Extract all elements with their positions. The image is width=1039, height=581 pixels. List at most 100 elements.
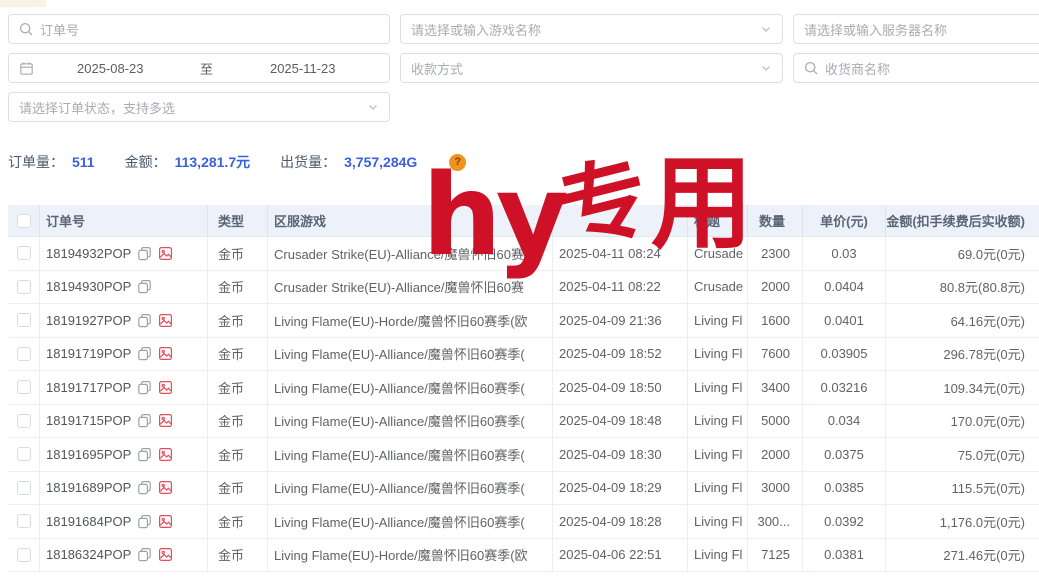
order-no-cell: 18191719POP: [40, 338, 208, 371]
shipment-label: 出货量：: [280, 152, 336, 172]
copy-icon[interactable]: [137, 447, 152, 462]
row-checkbox-cell: [8, 539, 40, 572]
help-icon[interactable]: ?: [449, 154, 466, 171]
order-time-cell: 2025-04-11 08:24: [553, 237, 688, 270]
title-cell: Living Fl: [688, 539, 748, 572]
date-separator: 至: [187, 59, 227, 78]
amount-cell: 1,176.0元(0元): [886, 505, 1039, 538]
game-server-cell: Crusader Strike(EU)-Alliance/魔兽怀旧60赛: [268, 271, 553, 304]
copy-icon[interactable]: [137, 246, 152, 261]
order-no-cell: 18191695POP: [40, 438, 208, 471]
row-checkbox[interactable]: [17, 514, 31, 528]
header-type: 类型: [208, 205, 268, 236]
table-row: 18186324POP 金币 Living Flame(EU)-Horde/魔兽…: [8, 539, 1039, 573]
type-cell: 金币: [208, 271, 268, 304]
copy-icon[interactable]: [137, 480, 152, 495]
game-server-cell: Living Flame(EU)-Alliance/魔兽怀旧60赛季(: [268, 405, 553, 438]
row-checkbox-cell: [8, 472, 40, 505]
game-select[interactable]: 请选择或输入游戏名称: [400, 14, 783, 44]
row-checkbox-cell: [8, 405, 40, 438]
server-select[interactable]: 请选择或输入服务器名称: [793, 14, 1039, 44]
unit-price-cell: 0.0392: [803, 505, 886, 538]
type-cell: 金币: [208, 371, 268, 404]
row-checkbox[interactable]: [17, 313, 31, 327]
row-checkbox[interactable]: [17, 548, 31, 562]
row-checkbox[interactable]: [17, 347, 31, 361]
title-cell: Living Fl: [688, 304, 748, 337]
chevron-down-icon: [760, 62, 772, 74]
merchant-search-input[interactable]: 收货商名称: [793, 53, 1039, 83]
copy-icon[interactable]: [137, 346, 152, 361]
date-start-value[interactable]: 2025-08-23: [34, 61, 187, 76]
date-range-picker[interactable]: 2025-08-23 至 2025-11-23: [8, 53, 390, 83]
date-end-value[interactable]: 2025-11-23: [227, 61, 380, 76]
screenshot-image-icon[interactable]: [158, 346, 173, 361]
screenshot-image-icon[interactable]: [158, 413, 173, 428]
amount-cell: 69.0元(0元): [886, 237, 1039, 270]
select-all-checkbox[interactable]: [17, 214, 31, 228]
table-row: 18191695POP 金币 Living Flame(EU)-Alliance…: [8, 438, 1039, 472]
screenshot-image-icon[interactable]: [158, 447, 173, 462]
order-count-label: 订单量：: [8, 152, 64, 172]
order-no-cell: 18191715POP: [40, 405, 208, 438]
order-time-cell: 2025-04-11 08:22: [553, 271, 688, 304]
order-time-cell: 2025-04-09 18:29: [553, 472, 688, 505]
screenshot-image-icon[interactable]: [158, 480, 173, 495]
amount-cell: 170.0元(0元): [886, 405, 1039, 438]
order-time-cell: 2025-04-06 22:51: [553, 539, 688, 572]
type-cell: 金币: [208, 405, 268, 438]
order-time-cell: 2025-04-09 18:52: [553, 338, 688, 371]
order-no-cell: 18194930POP: [40, 271, 208, 304]
amount-cell: 109.34元(0元): [886, 371, 1039, 404]
table-row: 18194932POP 金币 Crusader Strike(EU)-Allia…: [8, 237, 1039, 271]
order-status-select[interactable]: 请选择订单状态，支持多选: [8, 92, 390, 122]
copy-icon[interactable]: [137, 279, 152, 294]
type-cell: 金币: [208, 304, 268, 337]
row-checkbox[interactable]: [17, 481, 31, 495]
order-no-search-input[interactable]: 订单号: [8, 14, 390, 44]
title-cell: Living Fl: [688, 371, 748, 404]
copy-icon[interactable]: [137, 514, 152, 529]
order-no-text: 18191927POP: [46, 313, 131, 328]
screenshot-image-icon[interactable]: [158, 246, 173, 261]
unit-price-cell: 0.0385: [803, 472, 886, 505]
row-checkbox-cell: [8, 237, 40, 270]
copy-icon[interactable]: [137, 413, 152, 428]
quantity-cell: 7600: [748, 338, 803, 371]
screenshot-image-icon[interactable]: [158, 547, 173, 562]
row-checkbox-cell: [8, 371, 40, 404]
title-cell: Living Fl: [688, 438, 748, 471]
quantity-cell: 2000: [748, 438, 803, 471]
table-row: 18191717POP 金币 Living Flame(EU)-Alliance…: [8, 371, 1039, 405]
orders-table: 订单号 类型 区服游戏 标题 数量 单价(元) 金额(扣手续费后实收额) 181…: [8, 205, 1039, 572]
copy-icon[interactable]: [137, 380, 152, 395]
type-cell: 金币: [208, 438, 268, 471]
screenshot-image-icon[interactable]: [158, 313, 173, 328]
row-checkbox[interactable]: [17, 246, 31, 260]
amount-value: 113,281.7元: [175, 152, 251, 172]
type-cell: 金币: [208, 338, 268, 371]
payment-method-select[interactable]: 收款方式: [400, 53, 783, 83]
row-checkbox-cell: [8, 505, 40, 538]
order-no-text: 18191717POP: [46, 380, 131, 395]
row-checkbox[interactable]: [17, 447, 31, 461]
amount-cell: 115.5元(0元): [886, 472, 1039, 505]
title-cell: Living Fl: [688, 505, 748, 538]
title-cell: Living Fl: [688, 405, 748, 438]
table-row: 18191715POP 金币 Living Flame(EU)-Alliance…: [8, 405, 1039, 439]
order-no-cell: 18194932POP: [40, 237, 208, 270]
screenshot-image-icon[interactable]: [158, 380, 173, 395]
order-no-text: 18191684POP: [46, 514, 131, 529]
row-checkbox[interactable]: [17, 280, 31, 294]
game-placeholder: 请选择或输入游戏名称: [411, 20, 541, 39]
screenshot-image-icon[interactable]: [158, 514, 173, 529]
row-checkbox[interactable]: [17, 414, 31, 428]
copy-icon[interactable]: [137, 547, 152, 562]
type-cell: 金币: [208, 539, 268, 572]
copy-icon[interactable]: [137, 313, 152, 328]
quantity-cell: 7125: [748, 539, 803, 572]
game-server-cell: Living Flame(EU)-Alliance/魔兽怀旧60赛季(: [268, 338, 553, 371]
quantity-cell: 3000: [748, 472, 803, 505]
order-no-text: 18186324POP: [46, 547, 131, 562]
row-checkbox[interactable]: [17, 380, 31, 394]
